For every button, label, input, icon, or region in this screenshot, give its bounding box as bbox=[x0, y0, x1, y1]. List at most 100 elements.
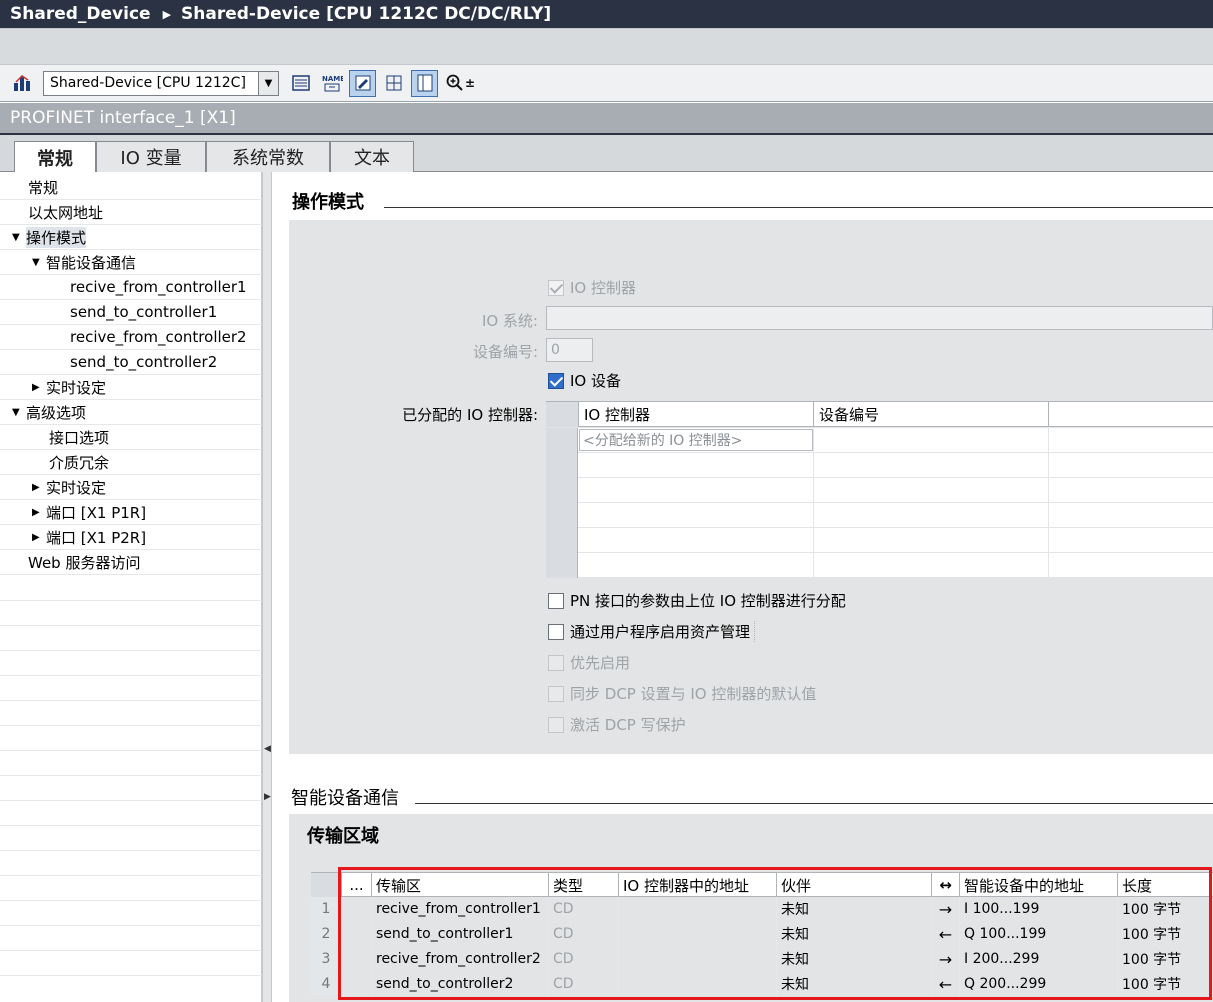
io-controller-checkbox[interactable] bbox=[548, 279, 564, 296]
nav-item-ethernet-address[interactable]: 以太网地址 bbox=[0, 200, 262, 225]
nav-item-idevice-comm[interactable]: ▼ 智能设备通信 bbox=[0, 250, 262, 275]
device-overview-icon[interactable] bbox=[287, 70, 314, 97]
expanded-triangle-icon[interactable]: ▼ bbox=[12, 232, 26, 243]
collapsed-triangle-icon[interactable]: ▶ bbox=[32, 507, 46, 518]
new-controller-input[interactable]: <分配给新的 IO 控制器> bbox=[579, 429, 813, 451]
cell-divider bbox=[813, 428, 814, 453]
table-row[interactable] bbox=[546, 553, 1213, 578]
nav-item-operating-mode[interactable]: ▼ 操作模式 bbox=[0, 225, 262, 250]
nav-item-port-p1r[interactable]: ▶ 端口 [X1 P1R] bbox=[0, 500, 262, 525]
secondary-bar bbox=[0, 28, 1213, 65]
table-row[interactable] bbox=[546, 528, 1213, 553]
collapsed-triangle-icon[interactable]: ▶ bbox=[32, 532, 46, 543]
cell-divider bbox=[1048, 503, 1049, 528]
nav-empty-row bbox=[0, 725, 262, 726]
network-view-icon[interactable] bbox=[8, 70, 35, 97]
nav-splitter[interactable]: ◀ ▶ bbox=[262, 172, 272, 1002]
section-divider bbox=[384, 207, 1213, 208]
nav-empty-row bbox=[0, 875, 262, 876]
io-device-checkbox[interactable] bbox=[548, 372, 564, 389]
expanded-triangle-icon[interactable]: ▼ bbox=[12, 407, 26, 418]
expand-right-icon[interactable]: ▶ bbox=[264, 792, 271, 802]
nav-item-send-to-controller1[interactable]: send_to_controller1 bbox=[0, 300, 262, 325]
zoom-icon[interactable]: ± bbox=[442, 70, 478, 97]
nav-item-advanced-realtime-settings[interactable]: ▶ 实时设定 bbox=[0, 475, 262, 500]
breadcrumb-device[interactable]: Shared-Device [CPU 1212C DC/DC/RLY] bbox=[181, 4, 551, 24]
row-header[interactable] bbox=[546, 453, 578, 478]
collapsed-triangle-icon[interactable]: ▶ bbox=[32, 482, 46, 493]
asset-management-checkbox[interactable] bbox=[548, 623, 564, 640]
zoom-dropdown-icon[interactable]: ± bbox=[465, 76, 475, 90]
nav-empty-row bbox=[0, 800, 262, 801]
cell-divider bbox=[813, 503, 814, 528]
nav-item-media-redundancy[interactable]: 介质冗余 bbox=[0, 450, 262, 475]
io-system-field[interactable] bbox=[546, 306, 1213, 330]
nav-item-realtime-settings[interactable]: ▶ 实时设定 bbox=[0, 375, 262, 400]
tab-io-tags[interactable]: IO 变量 bbox=[96, 141, 206, 172]
grid-view-icon[interactable] bbox=[380, 70, 407, 97]
breadcrumb: Shared_Device ▶ Shared-Device [CPU 1212C… bbox=[0, 0, 1213, 28]
table-row[interactable]: <分配给新的 IO 控制器> bbox=[546, 428, 1213, 453]
nav-item-advanced-options[interactable]: ▼ 高级选项 bbox=[0, 400, 262, 425]
name-assign-icon[interactable]: NAME bbox=[318, 70, 345, 97]
row-index[interactable]: 1 bbox=[311, 897, 341, 921]
nav-empty-row bbox=[0, 850, 262, 851]
section-title-operating-mode: 操作模式 bbox=[292, 192, 364, 213]
nav-empty-row bbox=[0, 950, 262, 951]
transfer-area-title: 传输区域 bbox=[307, 826, 379, 847]
col-header-device-number[interactable]: 设备编号 bbox=[813, 402, 1048, 427]
table-row[interactable] bbox=[546, 503, 1213, 528]
cell-divider bbox=[813, 478, 814, 503]
pn-params-by-controller-option: PN 接口的参数由上位 IO 控制器进行分配 bbox=[548, 590, 846, 611]
dcp-write-protect-checkbox[interactable] bbox=[548, 716, 564, 733]
row-header[interactable] bbox=[546, 428, 578, 453]
cell-divider bbox=[813, 528, 814, 553]
property-tabs: 常规 IO 变量 系统常数 文本 bbox=[0, 135, 1213, 173]
nav-empty-row bbox=[0, 625, 262, 626]
row-header[interactable] bbox=[546, 528, 578, 553]
row-index[interactable]: 3 bbox=[311, 947, 341, 971]
expanded-triangle-icon[interactable]: ▼ bbox=[32, 257, 46, 268]
cell-divider bbox=[1048, 478, 1049, 503]
row-index[interactable]: 4 bbox=[311, 972, 341, 996]
nav-empty-row bbox=[0, 675, 262, 676]
table-view-icon[interactable] bbox=[411, 69, 438, 97]
row-header[interactable] bbox=[546, 478, 578, 503]
nav-item-interface-options[interactable]: 接口选项 bbox=[0, 425, 262, 450]
nav-item-recive-from-controller1[interactable]: recive_from_controller1 bbox=[0, 275, 262, 300]
nav-item-general[interactable]: 常规 bbox=[0, 175, 262, 200]
sync-dcp-checkbox[interactable] bbox=[548, 685, 564, 702]
device-select-value: Shared-Device [CPU 1212C] bbox=[50, 75, 246, 91]
row-header[interactable] bbox=[546, 553, 578, 578]
tab-texts[interactable]: 文本 bbox=[330, 141, 414, 172]
show-labels-icon[interactable] bbox=[349, 69, 376, 97]
col-header-io-controller[interactable]: IO 控制器 bbox=[578, 402, 813, 427]
nav-item-port-p2r[interactable]: ▶ 端口 [X1 P2R] bbox=[0, 525, 262, 550]
assigned-controllers-table: IO 控制器 设备编号 <分配给新的 IO 控制器> bbox=[546, 401, 1213, 579]
collapsed-triangle-icon[interactable]: ▶ bbox=[32, 382, 46, 393]
row-index[interactable]: 2 bbox=[311, 922, 341, 946]
nav-item-web-server-access[interactable]: Web 服务器访问 bbox=[0, 550, 262, 575]
breadcrumb-separator-icon: ▶ bbox=[162, 7, 172, 21]
nav-item-recive-from-controller2[interactable]: recive_from_controller2 bbox=[0, 325, 262, 350]
nav-empty-row bbox=[0, 975, 262, 976]
cell-divider bbox=[813, 553, 814, 578]
device-number-field[interactable]: 0 bbox=[546, 338, 593, 362]
highlight-box bbox=[338, 867, 1212, 1000]
pn-params-checkbox[interactable] bbox=[548, 592, 564, 609]
prioritized-startup-checkbox[interactable] bbox=[548, 654, 564, 671]
chevron-down-icon[interactable]: ▼ bbox=[258, 71, 278, 95]
table-header: IO 控制器 设备编号 bbox=[546, 402, 1213, 427]
row-header[interactable] bbox=[546, 503, 578, 528]
asset-management-option: 通过用户程序启用资产管理 bbox=[548, 621, 756, 642]
table-row[interactable] bbox=[546, 453, 1213, 478]
breadcrumb-root[interactable]: Shared_Device bbox=[10, 4, 151, 24]
table-corner bbox=[311, 873, 341, 897]
tab-general[interactable]: 常规 bbox=[14, 141, 96, 173]
nav-item-send-to-controller2[interactable]: send_to_controller2 bbox=[0, 350, 262, 375]
collapse-left-icon[interactable]: ◀ bbox=[264, 744, 271, 754]
table-row[interactable] bbox=[546, 478, 1213, 503]
tab-system-constants[interactable]: 系统常数 bbox=[206, 141, 330, 172]
device-select[interactable]: Shared-Device [CPU 1212C] ▼ bbox=[43, 70, 279, 96]
property-nav-tree: 常规 以太网地址 ▼ 操作模式 ▼ 智能设备通信 recive_from_contr… bbox=[0, 172, 262, 1002]
